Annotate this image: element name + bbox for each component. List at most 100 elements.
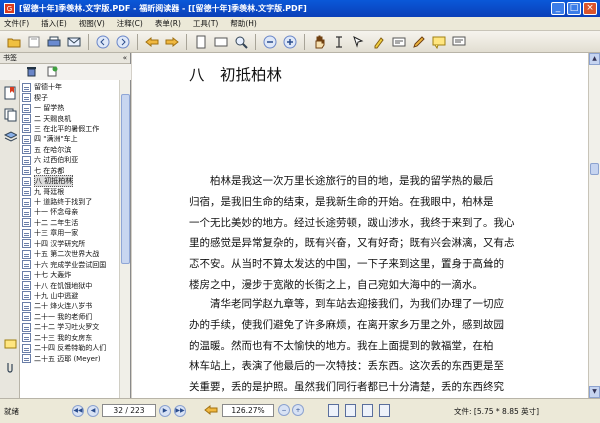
save-icon[interactable]	[26, 34, 42, 50]
add-bookmark-icon[interactable]	[47, 66, 58, 79]
bookmark-item[interactable]: 二十四 反希特勒的人们	[22, 343, 118, 353]
facing-page-icon[interactable]	[362, 404, 373, 417]
bookmark-item[interactable]: 十二 二年生活	[22, 218, 118, 228]
document-view[interactable]: 八 初抵柏林 柏林是我这一次万里长途旅行的目的地，是我的留学热的最后 归宿，是我…	[132, 53, 588, 398]
bookmark-item[interactable]: 十八 在饥饿地狱中	[22, 280, 118, 291]
attachments-tab-icon[interactable]	[2, 358, 18, 376]
menu-tools[interactable]: 工具(T)	[193, 18, 218, 29]
bookmark-item[interactable]: 二十一 我的老师们	[22, 312, 118, 322]
open-icon[interactable]	[6, 34, 22, 50]
menu-help[interactable]: 帮助(H)	[230, 18, 257, 29]
last-page-button[interactable]: ▶▶	[174, 404, 186, 417]
snapshot-icon[interactable]	[351, 34, 367, 50]
page-icon	[22, 260, 31, 270]
bookmark-item[interactable]: 二十三 我的女房东	[22, 333, 118, 343]
zoom-in-icon[interactable]	[282, 34, 298, 50]
annotation-icon[interactable]	[431, 34, 447, 50]
bookmark-item[interactable]: 十 道路终于找到了	[22, 197, 118, 207]
fit-page-icon[interactable]	[193, 34, 209, 50]
comments-tab-icon[interactable]	[2, 336, 18, 354]
menu-view[interactable]: 视图(V)	[79, 18, 105, 29]
layers-tab-icon[interactable]	[2, 128, 18, 146]
bookmark-item[interactable]: 留德十年	[22, 82, 118, 92]
page-icon	[22, 239, 31, 249]
bookmark-item[interactable]: 六 过西伯利亚	[22, 155, 118, 165]
menu-insert[interactable]: 插入(E)	[41, 18, 67, 29]
bookmark-item[interactable]: 十一 怀念母亲	[22, 207, 118, 217]
next-page-button[interactable]: ▶	[159, 404, 171, 417]
page-icon	[22, 312, 31, 322]
scrollbar-thumb[interactable]	[590, 163, 599, 175]
page-number-field[interactable]: 32 / 223	[102, 404, 156, 417]
bookmark-item[interactable]: 四 "满洲"车上	[22, 134, 118, 144]
zoom-back-icon[interactable]	[204, 404, 218, 419]
bookmark-item-selected[interactable]: 八 初抵柏林	[22, 175, 118, 188]
page-icon	[22, 291, 31, 301]
bookmark-item[interactable]: 三 在北平的暑假工作	[22, 124, 118, 134]
menu-comment[interactable]: 注释(C)	[117, 18, 143, 29]
bookmark-tools	[0, 64, 131, 80]
bookmark-item[interactable]: 五 在哈尔滨	[22, 145, 118, 155]
scroll-down-button[interactable]: ▼	[589, 386, 600, 398]
bookmark-item[interactable]: 十七 大轰炸	[22, 270, 118, 280]
page-icon	[22, 343, 31, 353]
fit-width-icon[interactable]	[213, 34, 229, 50]
first-page-button[interactable]: ◀◀	[72, 404, 84, 417]
prev-page-button[interactable]: ◀	[87, 404, 99, 417]
close-button[interactable]: ×	[583, 2, 597, 15]
bookmark-item[interactable]: 十六 完成学业尝试回国	[22, 259, 118, 270]
bookmark-item[interactable]: 二十 烽火连八岁书	[22, 301, 118, 311]
zoom-out-icon[interactable]	[262, 34, 278, 50]
hand-tool-icon[interactable]	[311, 34, 327, 50]
page-icon	[22, 124, 31, 134]
page-icon	[22, 93, 31, 103]
last-page-icon[interactable]	[115, 34, 131, 50]
minimize-button[interactable]: _	[551, 2, 565, 15]
menu-file[interactable]: 文件(F)	[4, 18, 29, 29]
continuous-facing-icon[interactable]	[379, 404, 390, 417]
delete-bookmark-icon[interactable]	[26, 66, 37, 79]
page-icon	[22, 176, 31, 186]
scrollbar-thumb[interactable]	[121, 94, 130, 264]
bookmark-item[interactable]: 二十五 迈耶 (Meyer)	[22, 353, 118, 364]
forward-arrow-icon[interactable]	[164, 34, 180, 50]
menu-form[interactable]: 表单(R)	[155, 18, 181, 29]
document-scrollbar[interactable]: ▲ ▼	[588, 53, 600, 398]
first-page-icon[interactable]	[95, 34, 111, 50]
window-title: [留德十年]季羡林.文字版.PDF - 福昕阅读器 - [[留德十年]季羡林.文…	[19, 4, 307, 13]
maximize-button[interactable]: □	[567, 2, 581, 15]
bookmarks-tab-icon[interactable]	[2, 84, 18, 102]
bookmark-item[interactable]: 十四 汉学研究所	[22, 239, 118, 249]
page-icon	[22, 218, 31, 228]
page-navigation: ◀◀ ◀ 32 / 223 ▶ ▶▶	[72, 404, 186, 417]
select-text-icon[interactable]	[331, 34, 347, 50]
back-arrow-icon[interactable]	[144, 34, 160, 50]
pencil-icon[interactable]	[411, 34, 427, 50]
comment-icon[interactable]	[451, 34, 467, 50]
text-line: 的温暖。然而也有不太愉快的地方。我在上面提到的敦福堂，在柏	[189, 339, 494, 352]
collapse-panel-button[interactable]: «	[123, 54, 127, 62]
status-zoom-out-button[interactable]: −	[278, 404, 290, 416]
bookmark-item[interactable]: 十五 第二次世界大战	[22, 249, 118, 259]
panel-title: 书签	[3, 54, 17, 62]
print-icon[interactable]	[46, 34, 62, 50]
pages-tab-icon[interactable]	[2, 106, 18, 124]
email-icon[interactable]	[66, 34, 82, 50]
text-line: 归宿，是我旧生命的结束，是我新生命的开始。在我眼中，柏林是	[189, 195, 494, 208]
bookmark-item[interactable]: 二十二 学习吐火罗文	[22, 322, 118, 332]
bookmark-item[interactable]: 九 哥廷根	[22, 186, 118, 197]
highlight-icon[interactable]	[371, 34, 387, 50]
bookmark-scrollbar[interactable]	[119, 80, 130, 398]
single-page-icon[interactable]	[328, 404, 339, 417]
bookmark-item[interactable]: 楔子	[22, 92, 118, 103]
bookmark-item[interactable]: 十三 章用一家	[22, 228, 118, 238]
zoom-level-field[interactable]: 126.27%	[222, 404, 274, 417]
bookmark-item[interactable]: 十九 山中逃避	[22, 291, 118, 301]
bookmark-item[interactable]: 一 留学热	[22, 103, 118, 113]
bookmark-item[interactable]: 二 天赐良机	[22, 113, 118, 124]
status-zoom-in-button[interactable]: +	[292, 404, 304, 416]
scroll-up-button[interactable]: ▲	[589, 53, 600, 65]
zoom-icon[interactable]	[233, 34, 249, 50]
continuous-page-icon[interactable]	[345, 404, 356, 417]
typewriter-icon[interactable]	[391, 34, 407, 50]
